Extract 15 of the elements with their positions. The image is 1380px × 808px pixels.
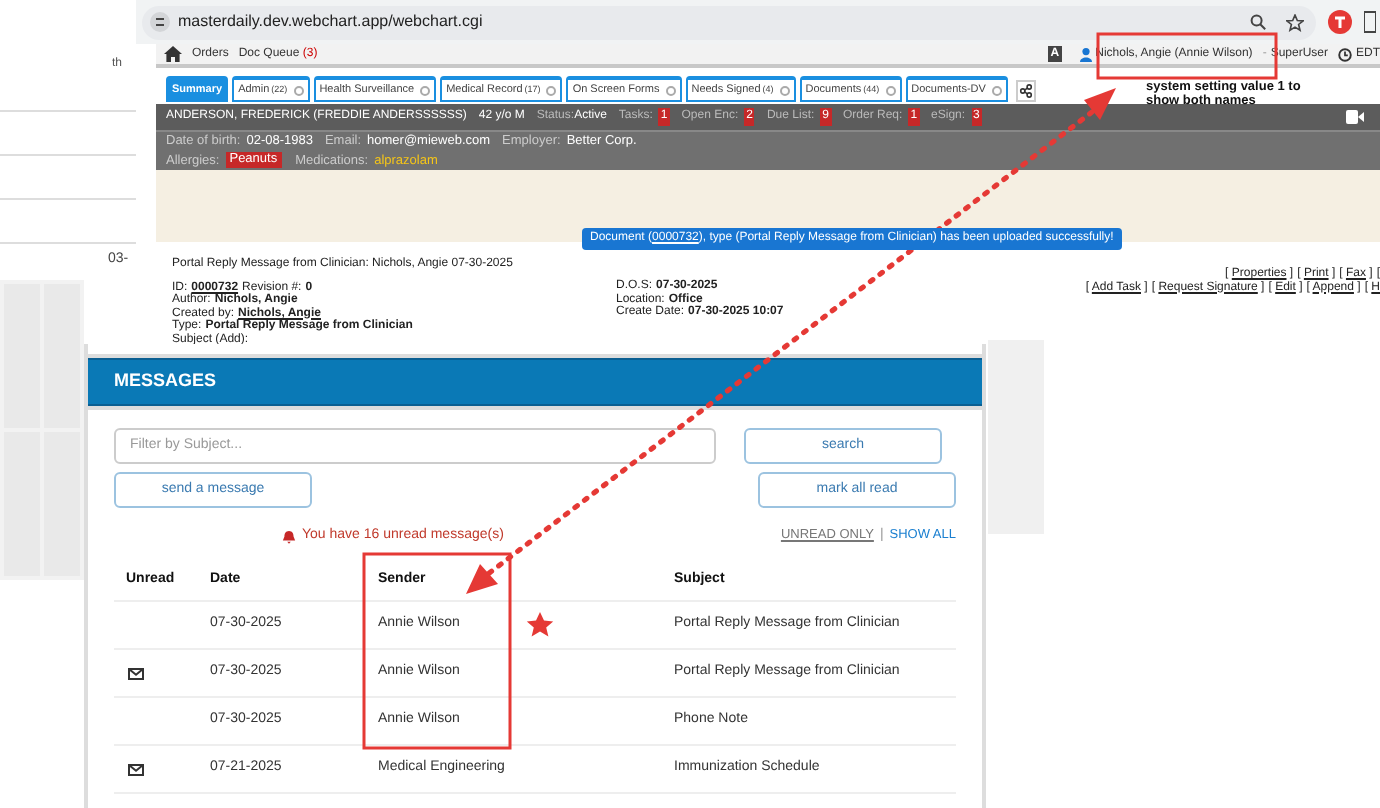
star-icon bbox=[526, 612, 554, 637]
zoom-icon[interactable] bbox=[1250, 14, 1266, 30]
extension-icon[interactable] bbox=[1328, 10, 1352, 34]
bell-icon bbox=[282, 529, 296, 543]
video-camera-icon[interactable] bbox=[1346, 110, 1364, 124]
home-icon[interactable] bbox=[164, 46, 182, 62]
address-bar[interactable]: masterdaily.dev.webchart.app/webchart.cgi bbox=[142, 5, 1316, 39]
bookmark-star-icon[interactable] bbox=[1286, 13, 1304, 31]
clock-icon bbox=[1338, 47, 1352, 61]
extension-icon[interactable] bbox=[1364, 10, 1376, 34]
messages-header: MESSAGES bbox=[88, 358, 982, 406]
share-icon[interactable] bbox=[1015, 80, 1036, 102]
url-text: masterdaily.dev.webchart.app/webchart.cgi bbox=[178, 10, 483, 34]
user-icon bbox=[1079, 47, 1092, 61]
site-info-icon[interactable] bbox=[150, 12, 170, 32]
